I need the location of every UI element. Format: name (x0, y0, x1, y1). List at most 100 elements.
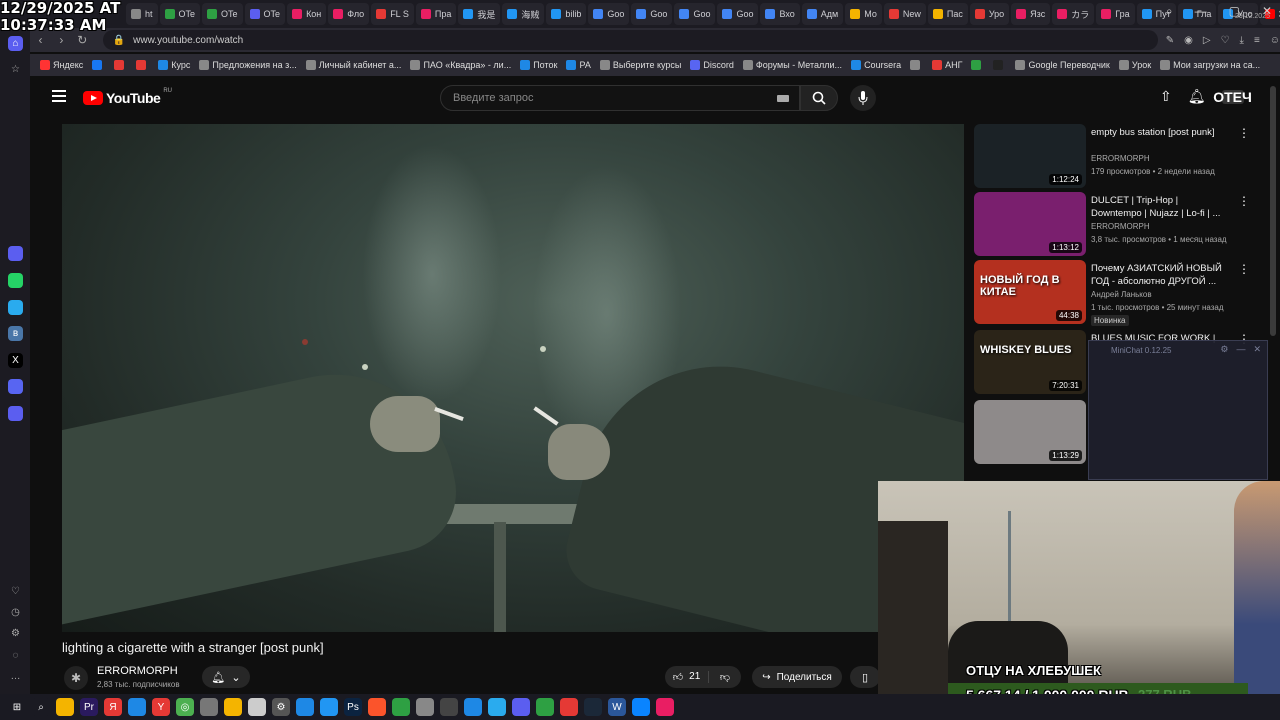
bookmark-item[interactable]: РА (566, 60, 591, 70)
settings-icon[interactable]: ⚙ (1220, 344, 1228, 355)
browser-tab[interactable]: Goo (631, 3, 673, 25)
keyboard-icon[interactable] (777, 95, 789, 102)
play-icon[interactable]: ▷ (1203, 35, 1211, 46)
bookmark-item[interactable]: АНГ (932, 60, 962, 70)
browser-tab[interactable]: 我是 (458, 3, 501, 25)
browser-tab[interactable]: Адм (801, 3, 844, 25)
app-icon[interactable] (200, 698, 218, 716)
browser-tab[interactable]: New (883, 3, 926, 25)
telegram-icon[interactable] (8, 300, 23, 315)
bookmark-item[interactable]: Coursera (851, 60, 901, 70)
chrome-icon[interactable]: ◎ (176, 698, 194, 716)
history-icon[interactable]: ◷ (8, 605, 23, 620)
browser-tab[interactable]: bilib (546, 3, 587, 25)
more-icon[interactable]: … (8, 669, 23, 684)
youtube-logo[interactable]: YouTube RU (83, 88, 172, 106)
bookmark-item[interactable] (910, 60, 923, 70)
video-player[interactable] (62, 124, 964, 632)
forward-button[interactable]: › (51, 33, 72, 47)
bookmark-item[interactable]: Discord (690, 60, 734, 70)
bookmark-item[interactable]: Google Переводчик (1015, 60, 1110, 70)
bookmark-item[interactable]: ПАО «Квадра» - ли... (410, 60, 511, 70)
bookmark-item[interactable]: Поток (520, 60, 557, 70)
premiere-icon[interactable]: Pr (80, 698, 98, 716)
app-icon[interactable] (416, 698, 434, 716)
browser-tab[interactable]: Пра (415, 3, 457, 25)
bookmark-item[interactable]: Выберите курсы (599, 60, 681, 70)
channel-name[interactable]: ERRORMORPH (97, 665, 178, 677)
recommended-title[interactable]: Почему АЗИАТСКИЙ НОВЫЙ ГОД - абсолютно Д… (1091, 262, 1231, 288)
heart-icon[interactable]: ♡ (1221, 35, 1230, 46)
browser-tab[interactable]: Кон (287, 3, 327, 25)
bookmark-item[interactable]: Урок (1118, 60, 1151, 70)
app-icon[interactable] (656, 698, 674, 716)
app-icon[interactable] (224, 698, 242, 716)
yandex-browser-icon[interactable]: Y (152, 698, 170, 716)
recommended-title[interactable]: empty bus station [post punk] (1091, 126, 1231, 139)
profile-icon[interactable]: ☺ (1270, 35, 1280, 46)
app-icon[interactable] (464, 698, 482, 716)
dislike-button[interactable]: 👎︎ (709, 671, 741, 683)
minichat-window[interactable]: MiniChat 0.12.25 ⚙ — ✕ (1088, 340, 1268, 480)
yandex-icon[interactable]: Я (104, 698, 122, 716)
app-icon[interactable] (536, 698, 554, 716)
settings-icon[interactable]: ⚙ (8, 626, 23, 641)
download-icon[interactable]: ⤓ (1240, 35, 1244, 46)
window-icon[interactable] (128, 698, 146, 716)
like-button[interactable]: 👍︎ 21 (665, 671, 709, 683)
x-icon[interactable]: X (8, 353, 23, 368)
account-avatar[interactable]: ОТЕЧ (1213, 89, 1252, 105)
browser-tab[interactable]: Пас (927, 3, 968, 25)
whatsapp-icon[interactable] (8, 273, 23, 288)
reload-button[interactable]: ↻ (72, 33, 93, 47)
bookmark-item[interactable] (114, 60, 127, 70)
more-options-icon[interactable]: ⋮ (1238, 262, 1250, 276)
steam-icon[interactable] (584, 698, 602, 716)
brave-icon[interactable] (368, 698, 386, 716)
browser-tab[interactable]: OTe (202, 3, 243, 25)
app-icon[interactable] (440, 698, 458, 716)
bookmark-item[interactable]: Мои загрузки на са... (1160, 60, 1260, 70)
voice-search-button[interactable] (850, 85, 876, 111)
browser-tab[interactable]: カラ (1052, 3, 1095, 25)
notifications-bell-icon[interactable]: 🔔︎ (1188, 88, 1206, 105)
bulb-icon[interactable]: ◌ (8, 648, 23, 663)
bookmark-item[interactable] (136, 60, 149, 70)
app-icon[interactable] (8, 406, 23, 421)
channel-avatar[interactable]: ✱ (64, 666, 88, 690)
more-options-icon[interactable]: ⋮ (1238, 126, 1250, 140)
recommended-channel[interactable]: ERRORMORPH (1091, 222, 1150, 231)
bookmark-item[interactable]: Курс (158, 60, 190, 70)
star-icon[interactable]: ☆ (8, 62, 23, 77)
recommended-channel[interactable]: ERRORMORPH (1091, 154, 1150, 163)
browser-tab[interactable]: 海贼 (502, 3, 545, 25)
search-input[interactable]: Введите запрос (440, 85, 800, 111)
back-button[interactable]: ‹ (30, 33, 51, 47)
recommended-channel[interactable]: Андрей Ланьков (1091, 290, 1152, 299)
windows-start-icon[interactable]: ⊞ (8, 698, 26, 716)
edge-icon[interactable] (632, 698, 650, 716)
browser-tab[interactable]: Язс (1011, 3, 1051, 25)
telegram-icon[interactable] (488, 698, 506, 716)
ai-icon[interactable] (8, 246, 23, 261)
browser-tab[interactable]: Гра (1096, 3, 1135, 25)
camera-icon[interactable]: ◉ (1184, 35, 1193, 46)
video-thumbnail[interactable]: НОВЫЙ ГОД В КИТАЕ 44:38 (974, 260, 1086, 324)
bookmark-item[interactable]: Форумы - Металли... (742, 60, 842, 70)
browser-tab[interactable]: Goo (588, 3, 630, 25)
browser-tab[interactable]: Мо (845, 3, 882, 25)
save-button[interactable]: ▯ (850, 666, 880, 688)
recommended-title[interactable]: DULCET | Trip-Hop | Downtempo | Nujazz |… (1091, 194, 1231, 220)
minimize-icon[interactable]: — (1236, 344, 1245, 355)
share-button[interactable]: ↪ Поделиться (752, 666, 842, 688)
bookmark-item[interactable] (993, 60, 1006, 70)
app-icon[interactable] (560, 698, 578, 716)
bookmark-item[interactable] (92, 60, 105, 70)
settings-icon[interactable]: ⚙ (272, 698, 290, 716)
video-thumbnail[interactable]: 1:13:29 (974, 400, 1086, 464)
browser-tab[interactable]: Goo (674, 3, 716, 25)
page-scrollbar[interactable] (1270, 86, 1276, 336)
app-icon[interactable] (320, 698, 338, 716)
video-thumbnail[interactable]: 1:13:12 (974, 192, 1086, 256)
app-icon[interactable] (296, 698, 314, 716)
